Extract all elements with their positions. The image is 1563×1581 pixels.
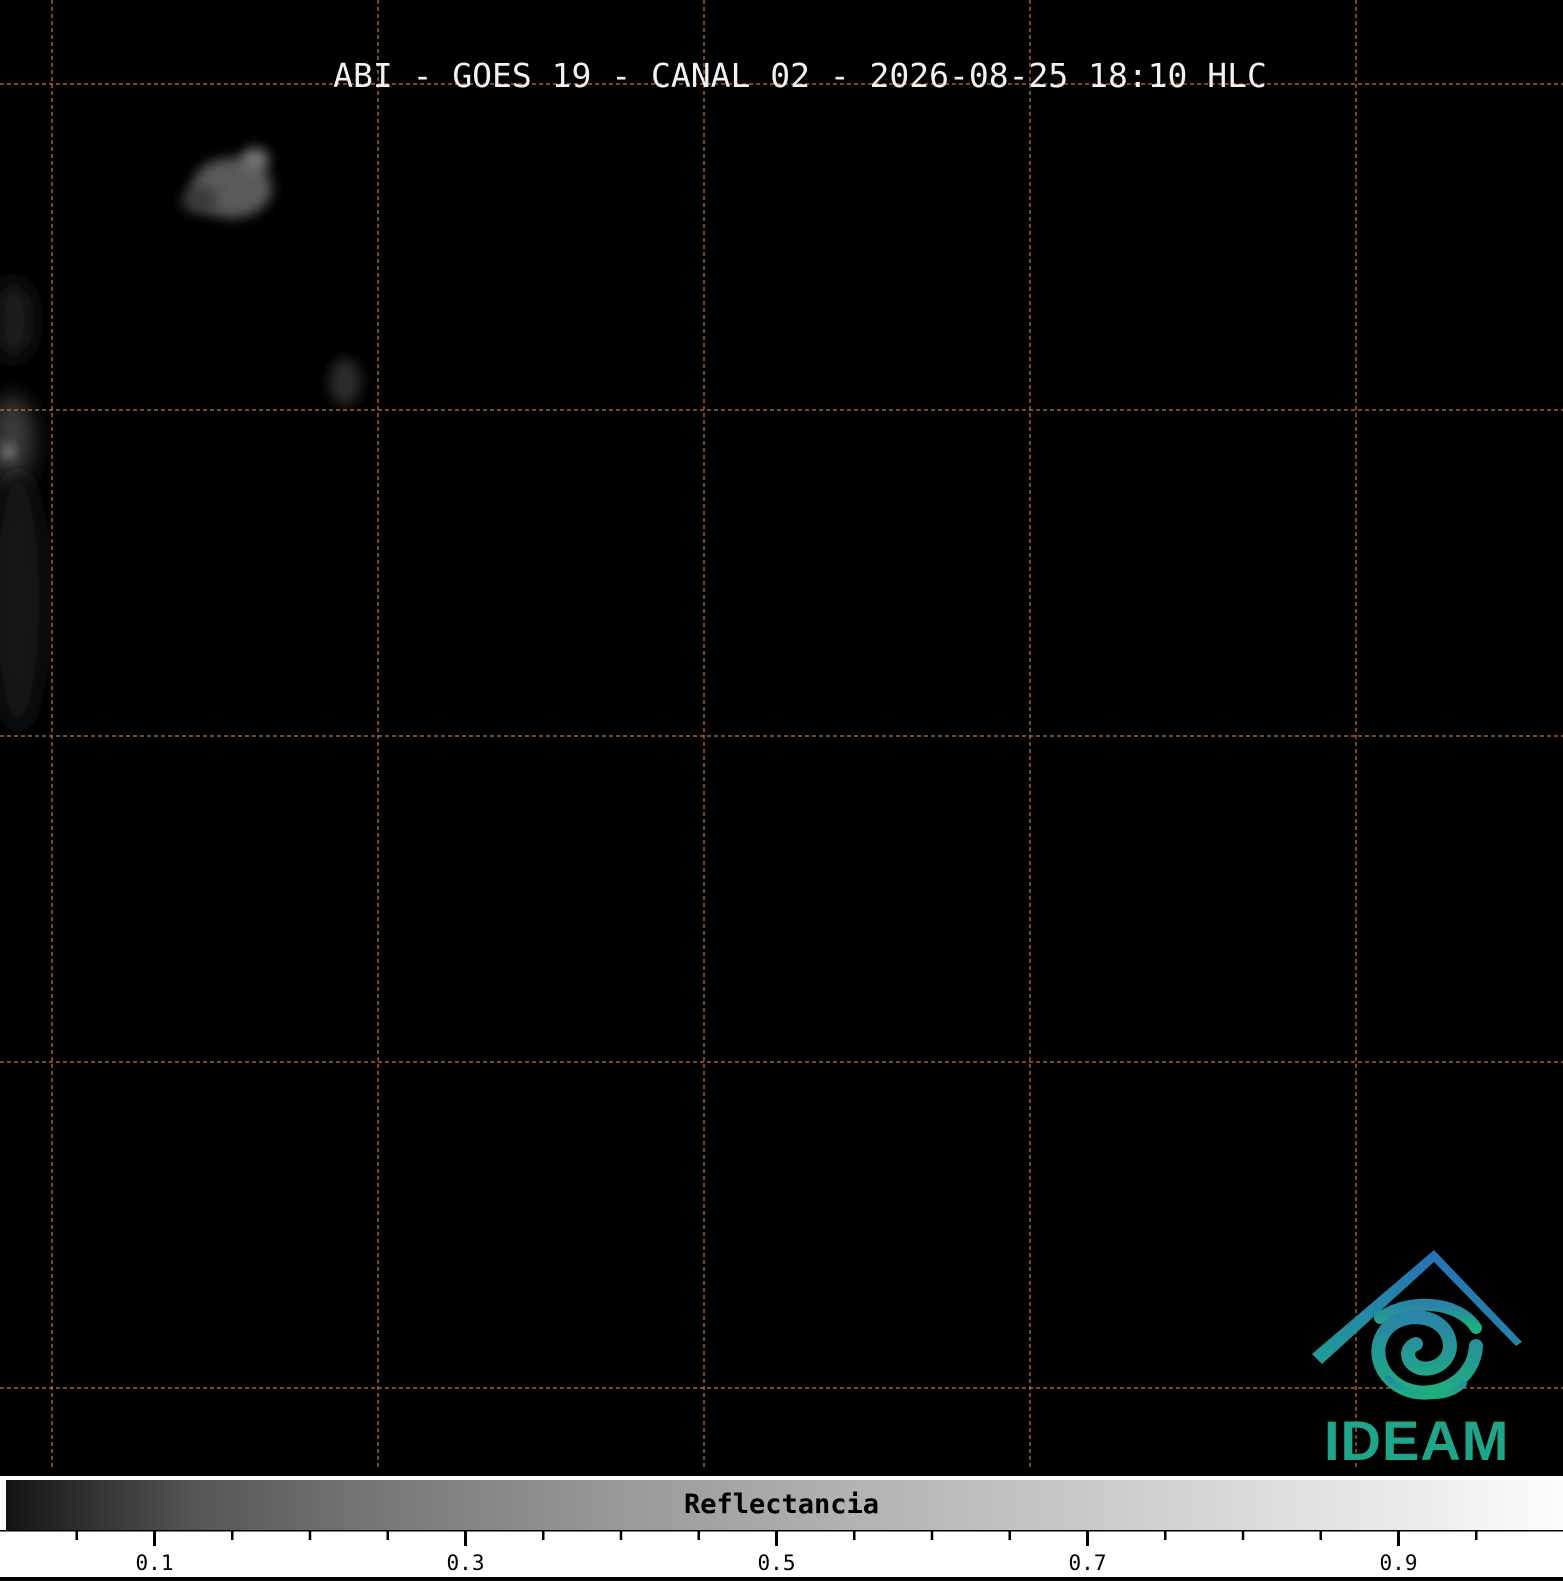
ideam-logo-text: IDEAM	[1324, 1409, 1510, 1472]
colorbar-label: Reflectancia	[683, 1489, 880, 1520]
cloud-patch	[241, 148, 269, 172]
colorbar-tick-label: 0.3	[446, 1551, 485, 1575]
cloud-patch	[0, 470, 46, 730]
colorbar-tick-label: 0.9	[1379, 1551, 1418, 1575]
cloud-patch	[0, 280, 34, 360]
swirl-icon	[1371, 1298, 1483, 1400]
page-title: ABI - GOES 19 - CANAL 02 - 2026-08-25 18…	[333, 56, 1267, 95]
cloud-patch	[2, 444, 14, 460]
cloud-patch	[329, 358, 361, 406]
cloud-patch	[182, 186, 218, 214]
colorbar-tick-label: 0.1	[135, 1551, 174, 1575]
satellite-map: ABI - GOES 19 - CANAL 02 - 2026-08-25 18…	[0, 0, 1563, 1476]
colorbar-tick-label: 0.5	[757, 1551, 796, 1575]
colorbar-tick-label: 0.7	[1068, 1551, 1107, 1575]
cloud-patches	[0, 148, 361, 730]
